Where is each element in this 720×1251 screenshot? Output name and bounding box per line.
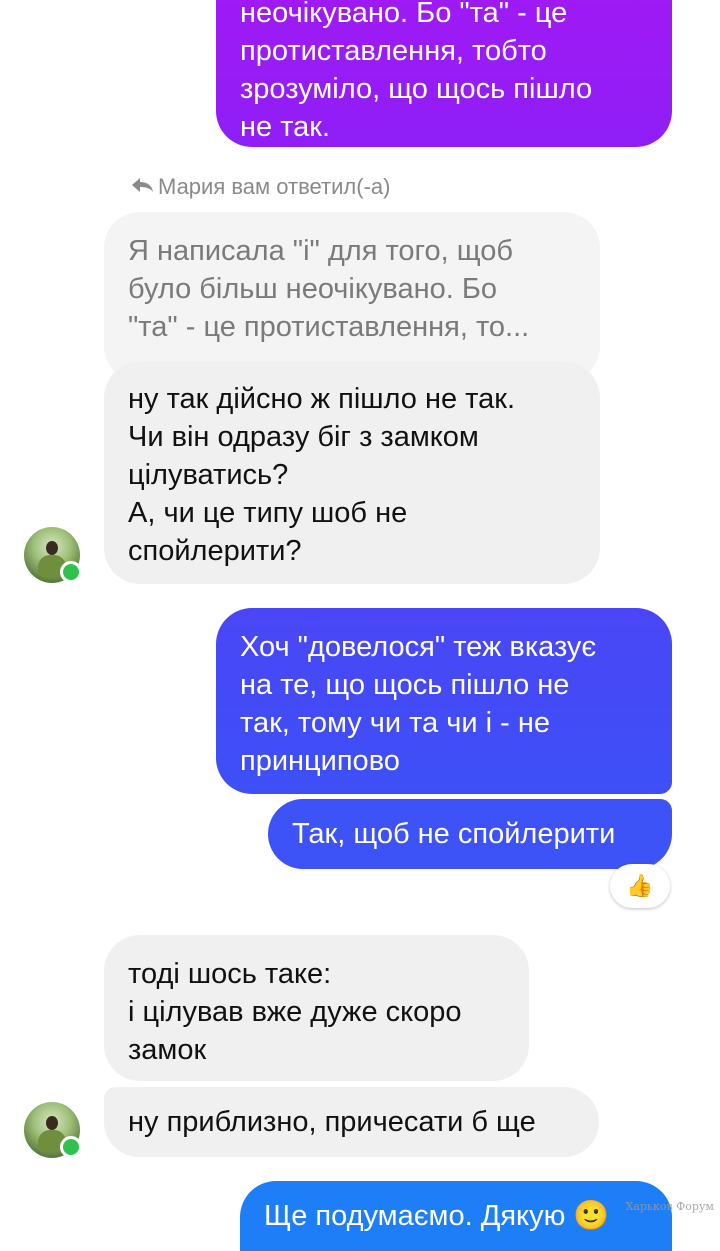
incoming-message-bubble[interactable]: ну приблизно, причесати б ще xyxy=(104,1087,599,1157)
outgoing-message-bubble[interactable]: Хоч "довелося" теж вказує на те, що щось… xyxy=(216,608,672,794)
incoming-message-bubble[interactable]: тоді шось таке: і цілував вже дуже скоро… xyxy=(104,935,529,1081)
outgoing-message-bubble[interactable]: Ще подумаємо. Дякую 🙂 xyxy=(240,1181,672,1251)
thumbs-up-reaction-icon[interactable]: 👍 xyxy=(610,864,670,908)
incoming-message-bubble[interactable]: ну так дійсно ж пішло не так. Чи він одр… xyxy=(104,362,600,584)
quoted-message-bubble[interactable]: Я написала "і" для того, щоб було більш … xyxy=(104,212,600,382)
reply-note-text: Мария вам ответил(-а) xyxy=(158,174,391,199)
contact-avatar[interactable] xyxy=(24,1102,82,1158)
reaction-emoji: 👍 xyxy=(626,873,654,898)
outgoing-message-bubble[interactable]: неочікувано. Бо "та" - це протиставлення… xyxy=(216,0,672,147)
contact-avatar[interactable] xyxy=(24,527,82,583)
watermark: Харьков Форум xyxy=(625,1200,714,1213)
reply-indicator: Мария вам ответил(-а) xyxy=(130,173,390,201)
online-status-icon xyxy=(60,561,82,583)
reply-arrow-icon xyxy=(130,173,158,201)
online-status-icon xyxy=(60,1136,82,1158)
outgoing-message-bubble[interactable]: Так, щоб не спойлерити xyxy=(268,799,672,869)
